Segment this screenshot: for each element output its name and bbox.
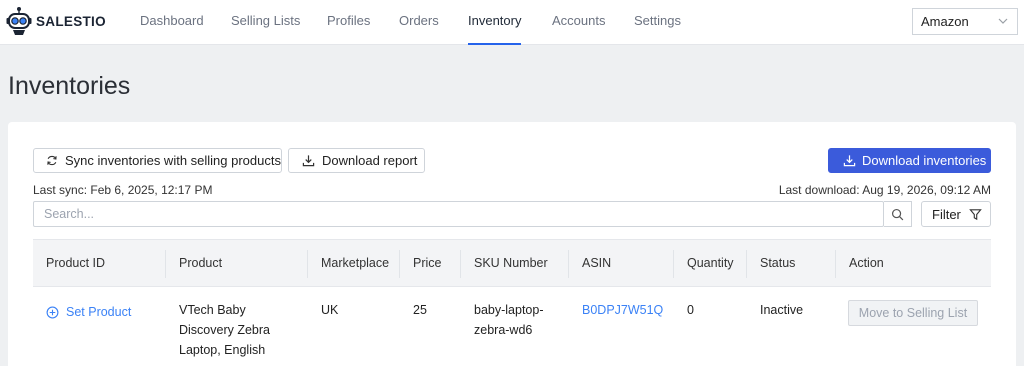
price-cell: 25 <box>413 303 427 317</box>
move-to-selling-list-button[interactable]: Move to Selling List <box>848 300 978 326</box>
plus-circle-icon <box>46 306 59 318</box>
sku-line: zebra-wd6 <box>474 323 533 337</box>
column-header-product[interactable]: Product <box>179 256 222 270</box>
brand-name: SALESTIO <box>36 13 106 29</box>
set-product-link[interactable]: Set Product <box>46 302 131 322</box>
filter-label: Filter <box>932 206 961 222</box>
product-name-line: Laptop, English <box>179 343 266 357</box>
inventory-card: Sync inventories with selling products D… <box>8 122 1016 366</box>
column-header-quantity[interactable]: Quantity <box>687 256 734 270</box>
last-sync-text: Last sync: Feb 6, 2025, 12:17 PM <box>33 183 213 197</box>
column-divider <box>673 250 674 278</box>
column-divider <box>307 250 308 278</box>
set-product-label: Set Product <box>66 305 132 319</box>
search-button[interactable] <box>884 201 912 227</box>
nav-item-orders[interactable]: Orders <box>399 13 439 28</box>
column-header-price[interactable]: Price <box>413 256 441 270</box>
refresh-icon <box>47 155 57 166</box>
filter-icon <box>969 208 982 220</box>
filter-button[interactable]: Filter <box>921 201 991 227</box>
sync-inventories-button[interactable]: Sync inventories with selling products <box>33 148 282 173</box>
nav-item-settings[interactable]: Settings <box>634 13 681 28</box>
column-header-marketplace[interactable]: Marketplace <box>321 256 389 270</box>
top-navbar: SALESTIO Dashboard Selling Lists Profile… <box>0 0 1024 45</box>
download-inventories-button[interactable]: Download inventories <box>828 148 991 173</box>
product-name-line: Discovery Zebra <box>179 323 270 337</box>
sku-line: baby-laptop- <box>474 303 544 317</box>
column-divider <box>165 250 166 278</box>
nav-item-accounts[interactable]: Accounts <box>552 13 605 28</box>
download-report-button[interactable]: Download report <box>288 148 425 173</box>
table-header: Product ID Product Marketplace Price SKU… <box>33 239 991 287</box>
product-name-line: VTech Baby <box>179 303 246 317</box>
nav-item-profiles[interactable]: Profiles <box>327 13 370 28</box>
page-title: Inventories <box>8 72 131 100</box>
chevron-down-icon <box>998 18 1008 24</box>
column-divider <box>835 250 836 278</box>
last-download-text: Last download: Aug 19, 2026, 09:12 AM <box>778 183 991 197</box>
search-icon <box>891 208 904 220</box>
search-input[interactable] <box>33 201 884 227</box>
column-header-asin[interactable]: ASIN <box>582 256 611 270</box>
column-divider <box>399 250 400 278</box>
column-divider <box>568 250 569 278</box>
marketplace-select-value: Amazon <box>921 14 969 29</box>
download-report-label: Download report <box>322 153 418 168</box>
brand-logo[interactable]: SALESTIO <box>6 6 106 36</box>
marketplace-select[interactable]: Amazon <box>912 8 1018 35</box>
download-inventories-label: Download inventories <box>862 153 987 168</box>
column-header-sku-number[interactable]: SKU Number <box>474 256 548 270</box>
marketplace-cell: UK <box>321 303 339 317</box>
column-header-status[interactable]: Status <box>760 256 795 270</box>
status-cell: Inactive <box>760 303 804 317</box>
download-icon <box>843 155 856 167</box>
nav-item-inventory[interactable]: Inventory <box>468 13 521 28</box>
quantity-cell: 0 <box>687 303 694 317</box>
download-icon <box>302 155 315 167</box>
sku-cell: baby-laptop- zebra-wd6 <box>474 300 544 340</box>
product-name-cell: VTech Baby Discovery Zebra Laptop, Engli… <box>179 300 270 360</box>
nav-item-dashboard[interactable]: Dashboard <box>140 13 204 28</box>
column-divider <box>460 250 461 278</box>
column-header-product-id[interactable]: Product ID <box>46 256 105 270</box>
column-divider <box>746 250 747 278</box>
asin-link[interactable]: B0DPJ7W51Q <box>582 300 663 320</box>
nav-item-selling-lists[interactable]: Selling Lists <box>231 13 300 28</box>
sync-inventories-label: Sync inventories with selling products <box>64 153 281 168</box>
column-header-action: Action <box>849 256 884 270</box>
robot-logo-icon <box>6 7 32 35</box>
active-tab-indicator <box>468 43 521 45</box>
